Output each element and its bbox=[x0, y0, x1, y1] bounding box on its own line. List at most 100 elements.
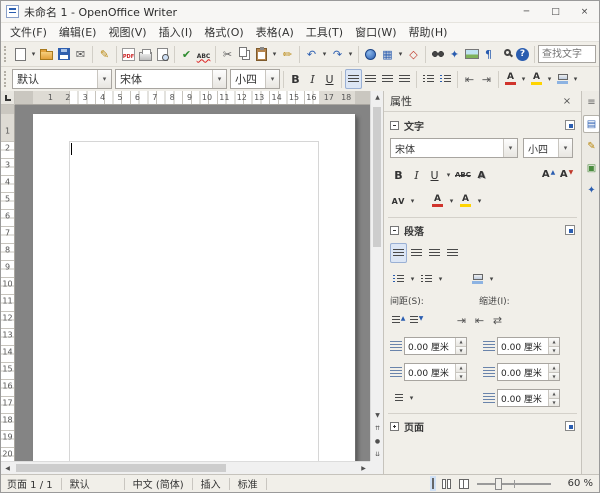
spacing-above-input[interactable]: 0.00 厘米 bbox=[405, 340, 455, 353]
sidebar-close-icon[interactable]: × bbox=[559, 93, 575, 109]
spacing-below-spinner[interactable]: ▲▼ bbox=[455, 364, 466, 380]
sidebar-align-left-button[interactable] bbox=[390, 243, 407, 263]
shrink-font-button[interactable]: A▼ bbox=[558, 165, 575, 185]
page-dialog-launcher-icon[interactable] bbox=[565, 421, 575, 431]
sidebar-font-color-button[interactable]: A bbox=[429, 191, 446, 211]
horizontal-scrollbar[interactable]: ◀ ▶ bbox=[1, 461, 370, 474]
grow-font-button[interactable]: A▲ bbox=[540, 165, 557, 185]
undo-button[interactable]: ↶ bbox=[303, 44, 320, 64]
format-paintbrush-button[interactable]: ✏ bbox=[279, 44, 296, 64]
copy-button[interactable] bbox=[236, 44, 253, 64]
numbering-button[interactable] bbox=[420, 69, 437, 89]
sidebar-bullets-dropdown[interactable]: ▾ bbox=[408, 269, 417, 289]
vertical-ruler[interactable]: 1234567891011121314151617181920 bbox=[1, 105, 15, 461]
background-color-button[interactable] bbox=[554, 69, 571, 89]
view-multiple-pages-button[interactable] bbox=[442, 479, 451, 489]
new-document-dropdown[interactable]: ▾ bbox=[29, 44, 38, 64]
menu-table[interactable]: 表格(A) bbox=[250, 22, 300, 42]
insert-table-dropdown[interactable]: ▾ bbox=[396, 44, 405, 64]
find-text-input[interactable] bbox=[538, 45, 596, 63]
collapse-icon[interactable] bbox=[390, 226, 399, 235]
highlighting-dropdown[interactable]: ▾ bbox=[545, 69, 554, 89]
sidebar-increase-indent-button[interactable]: ⇥ bbox=[453, 310, 470, 330]
sidebar-numbering-dropdown[interactable]: ▾ bbox=[436, 269, 445, 289]
sidebar-align-right-button[interactable] bbox=[426, 243, 443, 263]
show-draw-functions-button[interactable]: ◇ bbox=[405, 44, 422, 64]
sidebar-decrease-indent-button[interactable]: ⇤ bbox=[471, 310, 488, 330]
vertical-scrollbar[interactable]: ▲ ▼ ⇈ ● ⇊ bbox=[370, 91, 383, 461]
menu-view[interactable]: 视图(V) bbox=[102, 22, 152, 42]
sidebar-bold-button[interactable]: B bbox=[390, 165, 407, 185]
switch-indent-button[interactable]: ⇄ bbox=[489, 310, 506, 330]
decrease-spacing-button[interactable]: ▼ bbox=[408, 310, 425, 330]
sidebar-font-name-combo[interactable]: 宋体 ▾ bbox=[390, 138, 518, 158]
zoom-level[interactable]: 60 % bbox=[559, 478, 593, 489]
horizontal-ruler[interactable]: 123456789101112131415161718 bbox=[15, 91, 370, 105]
document-canvas[interactable] bbox=[15, 105, 370, 461]
close-button[interactable]: × bbox=[570, 1, 599, 22]
increase-spacing-button[interactable]: ▲ bbox=[390, 310, 407, 330]
spellcheck-button[interactable]: ✔ bbox=[178, 44, 195, 64]
redo-dropdown[interactable]: ▾ bbox=[346, 44, 355, 64]
underline-button[interactable]: U bbox=[321, 69, 338, 89]
horizontal-scroll-thumb[interactable] bbox=[16, 464, 226, 472]
indent-before-spinner[interactable]: ▲▼ bbox=[548, 338, 559, 354]
sidebar-shadow-button[interactable]: A bbox=[473, 165, 490, 185]
sidebar-font-color-dropdown[interactable]: ▾ bbox=[447, 191, 456, 211]
menu-help[interactable]: 帮助(H) bbox=[403, 22, 454, 42]
view-single-page-button[interactable] bbox=[432, 478, 434, 489]
expand-icon[interactable] bbox=[390, 422, 399, 431]
print-button[interactable] bbox=[137, 44, 154, 64]
text-section-header[interactable]: 文字 bbox=[384, 116, 581, 134]
statusbar-page-number[interactable]: 页面 1 / 1 bbox=[7, 476, 53, 491]
align-left-button[interactable] bbox=[345, 69, 362, 89]
sidebar-underline-button[interactable]: U bbox=[426, 165, 443, 185]
tab-navigator[interactable]: ✦ bbox=[583, 181, 600, 199]
new-document-button[interactable] bbox=[12, 44, 29, 64]
tab-gallery[interactable]: ▣ bbox=[583, 159, 600, 177]
zoom-slider-thumb[interactable] bbox=[495, 478, 502, 490]
indent-after-input[interactable]: 0.00 厘米 bbox=[498, 366, 548, 379]
statusbar-insert-mode[interactable]: 插入 bbox=[201, 476, 221, 491]
minimize-button[interactable]: ─ bbox=[512, 1, 541, 22]
line-spacing-dropdown[interactable]: ▾ bbox=[407, 388, 416, 408]
email-document-button[interactable]: ✉ bbox=[72, 44, 89, 64]
open-button[interactable] bbox=[38, 44, 55, 64]
menu-file[interactable]: 文件(F) bbox=[4, 22, 53, 42]
title-bar[interactable]: 未命名 1 - OpenOffice Writer ─ □ × bbox=[1, 1, 599, 23]
paragraph-style-combo[interactable]: 默认 ▾ bbox=[12, 69, 112, 89]
edit-file-button[interactable]: ✎ bbox=[96, 44, 113, 64]
hyperlink-button[interactable] bbox=[362, 44, 379, 64]
highlighting-button[interactable]: A bbox=[528, 69, 545, 89]
sidebar-numbering-button[interactable] bbox=[418, 269, 435, 289]
insert-table-button[interactable]: ▦ bbox=[379, 44, 396, 64]
sidebar-align-justify-button[interactable] bbox=[444, 243, 461, 263]
sidebar-italic-button[interactable]: I bbox=[408, 165, 425, 185]
cut-button[interactable]: ✂ bbox=[219, 44, 236, 64]
chevron-down-icon[interactable]: ▾ bbox=[265, 70, 279, 88]
font-name-combo[interactable]: 宋体 ▾ bbox=[115, 69, 227, 89]
indent-first-line-input[interactable]: 0.00 厘米 bbox=[498, 392, 548, 405]
sidebar-align-center-button[interactable] bbox=[408, 243, 425, 263]
spacing-above-spinner[interactable]: ▲▼ bbox=[455, 338, 466, 354]
auto-spellcheck-button[interactable]: ABC bbox=[195, 44, 212, 64]
character-spacing-dropdown[interactable]: ▾ bbox=[408, 191, 417, 211]
sidebar-font-size-combo[interactable]: 小四 ▾ bbox=[523, 138, 573, 158]
background-color-dropdown[interactable]: ▾ bbox=[571, 69, 580, 89]
page-section-header[interactable]: 页面 bbox=[384, 417, 581, 435]
statusbar-page-style[interactable]: 默认 bbox=[70, 476, 116, 491]
view-book-mode-button[interactable] bbox=[459, 479, 469, 489]
toolbar-grip[interactable] bbox=[4, 46, 9, 62]
paragraph-background-dropdown[interactable]: ▾ bbox=[487, 269, 496, 289]
sidebar-underline-dropdown[interactable]: ▾ bbox=[444, 165, 453, 185]
nonprinting-characters-button[interactable]: ¶ bbox=[480, 44, 497, 64]
document-page[interactable] bbox=[33, 114, 355, 461]
indent-first-line-spinner[interactable]: ▲▼ bbox=[548, 390, 559, 406]
font-color-button[interactable]: A bbox=[502, 69, 519, 89]
chevron-down-icon[interactable]: ▾ bbox=[212, 70, 226, 88]
font-size-combo[interactable]: 小四 ▾ bbox=[230, 69, 280, 89]
line-spacing-button[interactable] bbox=[390, 388, 407, 408]
menu-format[interactable]: 格式(O) bbox=[198, 22, 249, 42]
statusbar-language[interactable]: 中文 (简体) bbox=[133, 476, 184, 491]
tab-styles[interactable]: ✎ bbox=[583, 137, 600, 155]
